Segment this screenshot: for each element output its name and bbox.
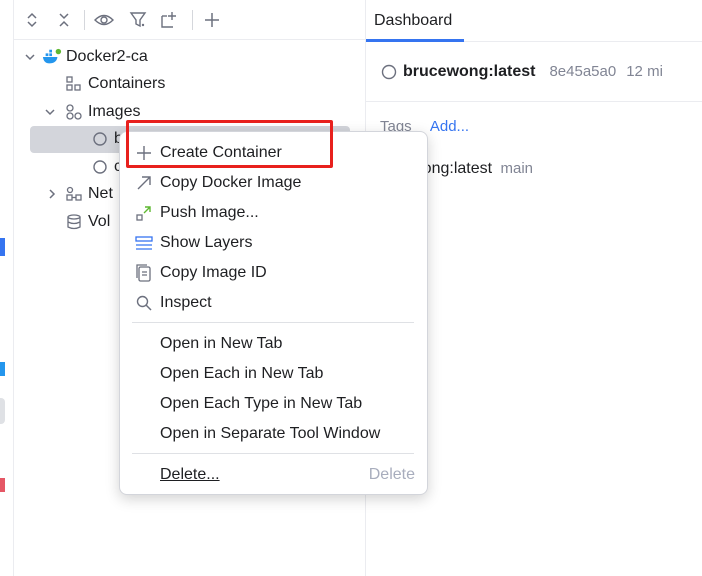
image-status-circle-icon (90, 157, 110, 177)
expand-all-icon[interactable] (20, 8, 44, 32)
tree-toolbar (14, 0, 366, 40)
menu-separator (132, 453, 414, 454)
arrow-up-right-icon (134, 173, 154, 193)
network-icon (64, 184, 84, 204)
tree-node-image[interactable]: c (90, 153, 122, 181)
menu-item-open-separate-window[interactable]: Open in Separate Tool Window (128, 419, 419, 449)
chevron-right-icon[interactable] (44, 186, 60, 202)
database-icon (64, 212, 84, 232)
menu-item-push-image[interactable]: Push Image... (128, 198, 419, 228)
add-icon[interactable] (200, 8, 224, 32)
annotation-highlight-box (126, 120, 333, 168)
image-detail-header: brucewong:latest 8e45a5a0 12 mi (366, 42, 702, 102)
menu-item-label: Copy Image ID (160, 264, 267, 281)
image-name: brucewong:latest (403, 62, 536, 80)
tree-node-volumes[interactable]: Vol (64, 208, 110, 236)
tree-node-label: Images (88, 103, 141, 120)
rail-docker-marker[interactable] (0, 362, 5, 376)
search-icon (134, 293, 154, 313)
menu-item-label: Copy Docker Image (160, 174, 302, 191)
tag-branch: main (500, 160, 534, 177)
menu-item-label: Open Each Type in New Tab (160, 395, 363, 412)
image-context-menu: Create Container Copy Docker Image Push … (119, 131, 428, 495)
add-tag-link[interactable]: Add... (430, 118, 469, 135)
menu-item-label: Show Layers (160, 234, 253, 251)
chevron-down-icon[interactable] (42, 104, 58, 120)
left-tool-rail (0, 0, 14, 576)
images-icon (64, 102, 84, 122)
layers-icon (134, 233, 154, 253)
rail-alert-marker[interactable] (0, 478, 5, 492)
eye-icon[interactable] (92, 8, 116, 32)
tab-strip: Dashboard (366, 0, 702, 42)
tree-node-label: Containers (88, 75, 166, 92)
toolbar-separator (192, 10, 193, 30)
menu-item-label: Open Each in New Tab (160, 365, 324, 382)
menu-item-label: Open in New Tab (160, 335, 283, 352)
tree-node-containers[interactable]: Containers (64, 70, 165, 98)
docker-whale-icon (42, 47, 62, 67)
new-tab-icon[interactable] (158, 8, 182, 32)
menu-item-label: Push Image... (160, 204, 259, 221)
rail-selected-marker[interactable] (0, 398, 5, 424)
menu-item-label: Delete... (160, 466, 220, 483)
tree-node-label: Vol (88, 213, 111, 230)
collapse-all-icon[interactable] (52, 8, 76, 32)
tree-node-docker-connection[interactable]: Docker2-ca (22, 43, 148, 71)
menu-item-copy-image-id[interactable]: Copy Image ID (128, 258, 419, 288)
docker-tool-window: Docker2-ca Containers Images b (0, 0, 702, 576)
image-age: 12 mi (626, 63, 663, 80)
tab-label: Dashboard (374, 12, 453, 29)
rail-active-marker[interactable] (0, 238, 5, 256)
chevron-down-icon[interactable] (22, 49, 38, 65)
tree-node-networks[interactable]: Net (44, 180, 113, 208)
menu-item-label: Open in Separate Tool Window (160, 425, 381, 442)
menu-item-copy-docker-image[interactable]: Copy Docker Image (128, 168, 419, 198)
menu-item-open-new-tab[interactable]: Open in New Tab (128, 329, 419, 359)
filter-icon[interactable] (126, 8, 150, 32)
menu-item-open-each-new-tab[interactable]: Open Each in New Tab (128, 359, 419, 389)
containers-grid-icon (64, 74, 84, 94)
copy-icon (134, 263, 154, 283)
menu-item-delete[interactable]: Delete... Delete (128, 460, 419, 490)
image-status-circle-icon (90, 129, 110, 149)
push-icon (134, 203, 154, 223)
tab-dashboard[interactable]: Dashboard (366, 0, 460, 42)
delete-shortcut: Delete (368, 466, 415, 483)
toolbar-separator (84, 10, 85, 30)
tree-node-label: Docker2-ca (66, 48, 148, 65)
menu-item-inspect[interactable]: Inspect (128, 288, 419, 318)
image-status-circle-icon (381, 64, 397, 80)
tree-node-image-selected[interactable]: b (90, 125, 123, 153)
image-hash: 8e45a5a0 (549, 63, 617, 80)
menu-item-open-each-type-new-tab[interactable]: Open Each Type in New Tab (128, 389, 419, 419)
menu-item-label: Inspect (160, 294, 212, 311)
menu-separator (132, 322, 414, 323)
menu-item-show-layers[interactable]: Show Layers (128, 228, 419, 258)
tree-node-label: Net (88, 185, 113, 202)
